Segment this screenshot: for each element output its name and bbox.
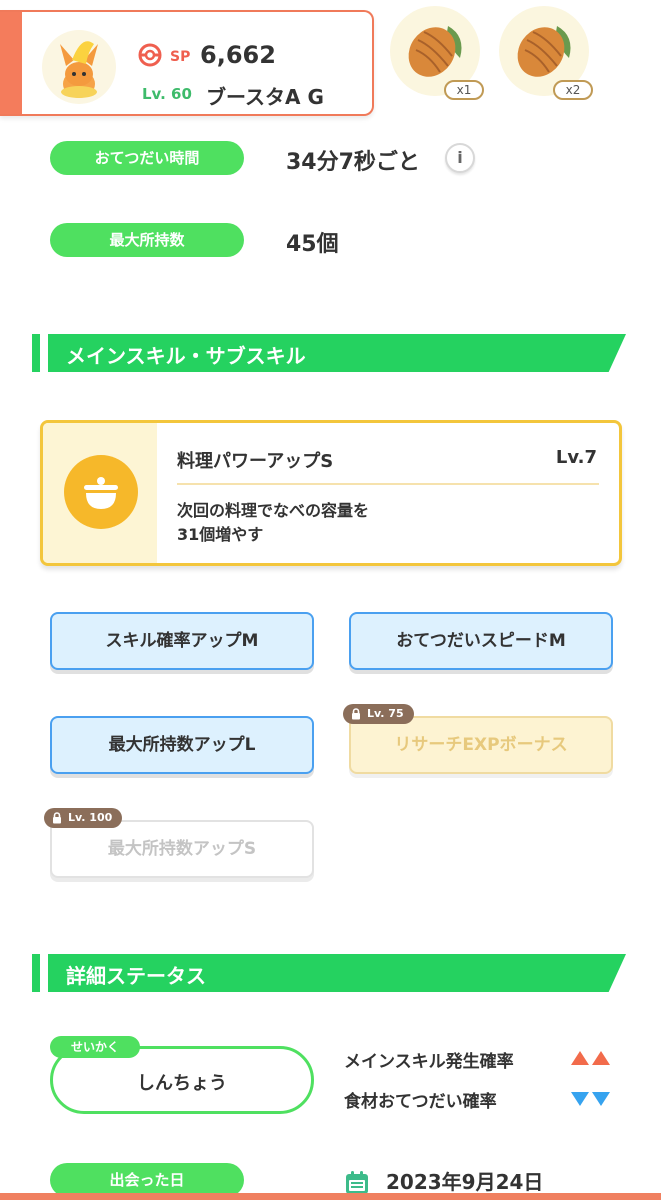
main-skill-level: Lv.7 [555, 447, 597, 468]
met-date-value: 2023年9月24日 [386, 1170, 544, 1194]
max-carry-label: 最大所持数 [50, 223, 244, 257]
sp-ball-icon [138, 43, 162, 67]
sub-skill-button-2[interactable]: おてつだいスピードM [349, 612, 613, 670]
card-accent-bar [0, 12, 22, 114]
skills-section-header: メインスキル・サブスキル [32, 334, 628, 372]
sp-label: SP [170, 49, 191, 65]
sub-skill-button-3[interactable]: 最大所持数アップL [50, 716, 314, 774]
main-skill-name: 料理パワーアップS [177, 451, 334, 472]
divider [177, 483, 599, 485]
sub-skill-button-4[interactable]: リサーチEXPボーナス [349, 716, 613, 774]
help-time-value: 34分7秒ごと [286, 150, 420, 175]
nature-up-label: メインスキル発生確率 [344, 1052, 514, 1072]
ingredient-slot-1[interactable]: x1 [390, 6, 484, 100]
pokemon-profile-card[interactable]: SP 6,662 Lv. 60 ブースタA G [0, 10, 374, 116]
max-carry-value: 45個 [286, 232, 339, 257]
ingredient-slot-2[interactable]: x2 [499, 6, 593, 100]
unlock-level-badge-75: Lv. 75 [343, 704, 414, 724]
status-section-title: 詳細ステータス [66, 964, 206, 988]
pokemon-avatar [42, 30, 116, 104]
nature-down-label: 食材おてつだい確率 [344, 1092, 497, 1112]
met-date-label: 出会った日 [50, 1163, 244, 1197]
nature-value: しんちょう [137, 1073, 227, 1094]
unlock-level-text: Lv. 100 [68, 811, 113, 824]
help-time-label: おてつだい時間 [50, 141, 244, 175]
bottom-bar [0, 1193, 661, 1200]
ingredient-count-1: x1 [444, 80, 484, 100]
sub-skill-button-1[interactable]: スキル確率アップM [50, 612, 314, 670]
ingredient-count-2: x2 [553, 80, 593, 100]
pokemon-name: ブースタA G [206, 85, 324, 109]
down-arrows-icon [571, 1092, 610, 1106]
main-skill-description: 次回の料理でなべの容量を 31個増やす [177, 501, 370, 544]
nature-tag: せいかく [50, 1036, 140, 1058]
main-skill-card[interactable]: 料理パワーアップS Lv.7 次回の料理でなべの容量を 31個増やす [40, 420, 622, 566]
sub-skill-button-5[interactable]: 最大所持数アップS [50, 820, 314, 878]
lock-icon [352, 708, 360, 720]
cooking-pot-icon [64, 455, 138, 529]
lock-icon [53, 812, 61, 824]
pokemon-level: Lv. 60 [142, 85, 192, 103]
sp-value: 6,662 [200, 41, 276, 69]
status-section-header: 詳細ステータス [32, 954, 628, 992]
skills-section-title: メインスキル・サブスキル [66, 344, 306, 368]
up-arrows-icon [571, 1051, 610, 1065]
info-icon[interactable]: i [445, 143, 475, 173]
unlock-level-badge-100: Lv. 100 [44, 808, 123, 828]
unlock-level-text: Lv. 75 [367, 707, 404, 720]
